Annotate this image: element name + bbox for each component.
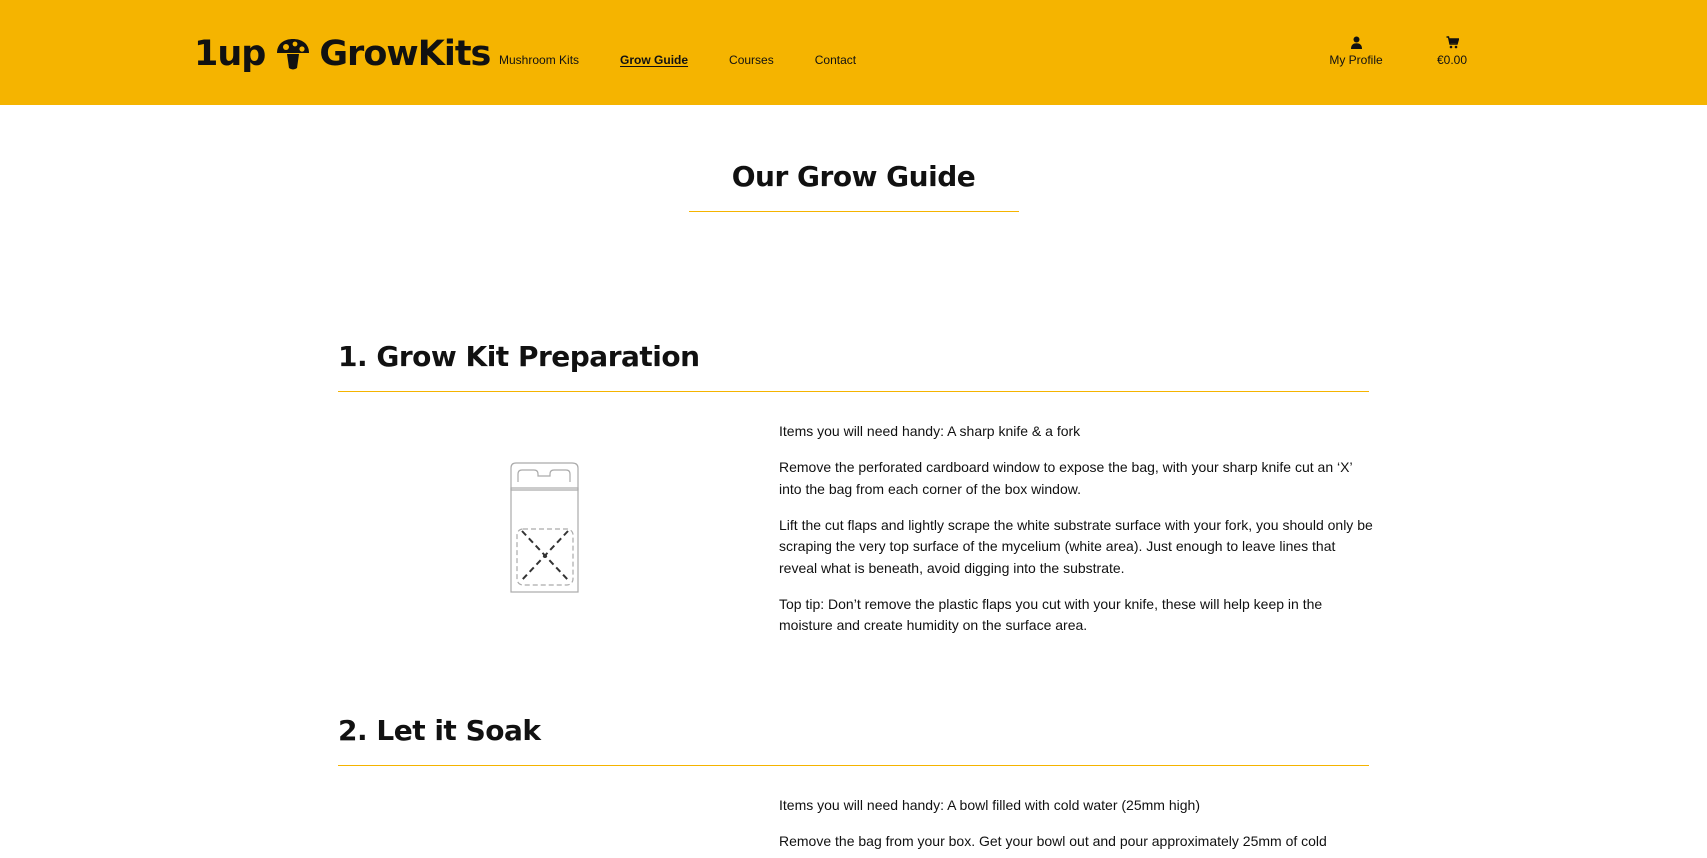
cart-icon [1446, 36, 1459, 49]
title-divider [689, 211, 1019, 212]
nav-mushroom-kits[interactable]: Mushroom Kits [499, 52, 579, 68]
section-heading-preparation: 1. Grow Kit Preparation [338, 340, 700, 373]
cart-link[interactable]: €0.00 [1432, 36, 1472, 67]
section-heading-soak: 2. Let it Soak [338, 714, 541, 747]
main-nav: Mushroom Kits Grow Guide Courses Contact [499, 52, 897, 68]
nav-courses[interactable]: Courses [729, 52, 774, 68]
my-profile-label: My Profile [1329, 53, 1383, 67]
paragraph: Remove the perforated cardboard window t… [779, 459, 1353, 497]
user-icon [1350, 36, 1362, 49]
section-body-preparation: Items you will need handy: A sharp knife… [779, 421, 1373, 651]
section-body-soak: Items you will need handy: A bowl filled… [779, 795, 1373, 858]
paragraph: Items you will need handy: A sharp knife… [779, 423, 1081, 439]
section-divider [338, 391, 1369, 392]
my-profile-link[interactable]: My Profile [1328, 36, 1384, 67]
site-header: 1up GrowKits Mushroom Kits Grow Guide Co… [0, 0, 1707, 105]
site-logo[interactable]: 1up GrowKits [194, 32, 491, 76]
cart-total: €0.00 [1436, 53, 1468, 67]
nav-contact[interactable]: Contact [815, 52, 856, 68]
logo-text-1up: 1up [194, 34, 266, 74]
logo-text-growkits: GrowKits [319, 34, 491, 74]
nav-grow-guide[interactable]: Grow Guide [620, 52, 688, 68]
paragraph: Top tip: Don’t remove the plastic flaps … [779, 595, 1323, 634]
section-divider [338, 765, 1369, 766]
paragraph: Items you will need handy: A bowl filled… [779, 797, 1200, 813]
paragraph: Remove the bag from your box. Get your b… [779, 833, 1327, 849]
mushroom-icon [277, 39, 310, 70]
paragraph: Lift the cut flaps and lightly scrape th… [779, 516, 1373, 576]
page-title: Our Grow Guide [731, 160, 976, 193]
grow-kit-box-illustration [510, 462, 579, 593]
